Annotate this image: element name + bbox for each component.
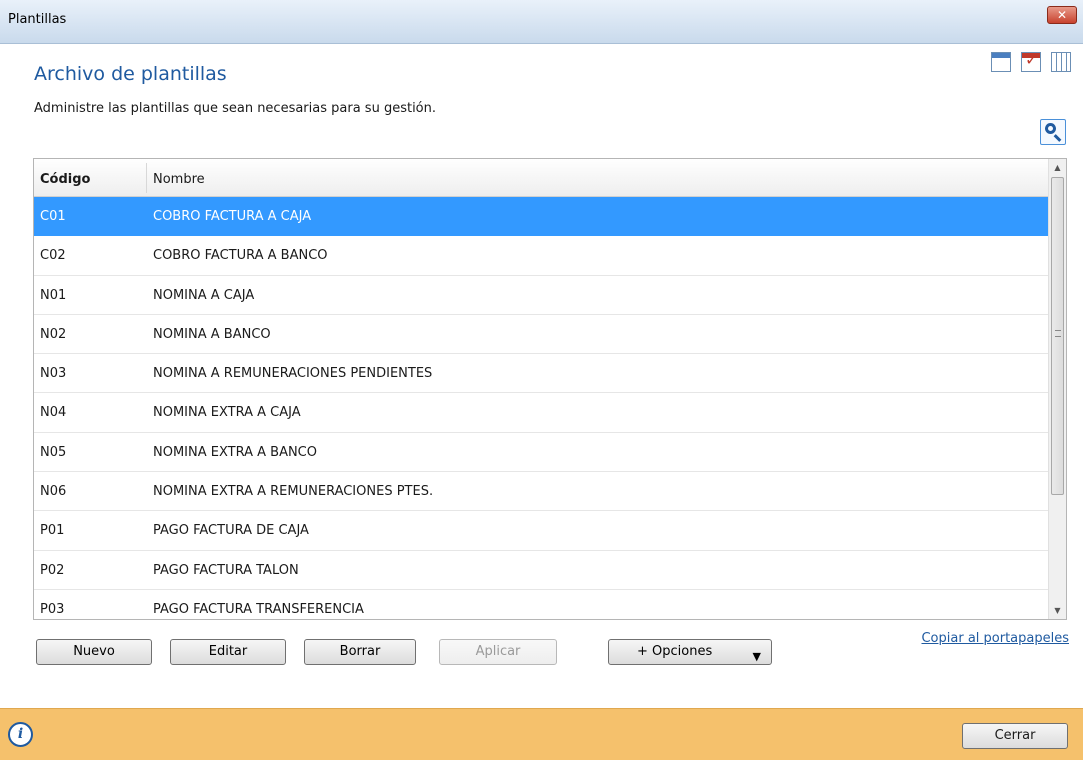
table-row[interactable]: C02 COBRO FACTURA A BANCO	[34, 236, 1048, 276]
options-dropdown-button[interactable]: + Opciones ▼	[608, 639, 772, 665]
scroll-up-icon[interactable]: ▲	[1049, 159, 1066, 176]
cell-code: N03	[40, 366, 67, 382]
cell-code: P01	[40, 523, 65, 539]
delete-button[interactable]: Borrar	[304, 639, 416, 665]
cell-name: NOMINA A REMUNERACIONES PENDIENTES	[153, 366, 433, 382]
cell-name: NOMINA EXTRA A BANCO	[153, 444, 317, 460]
cell-code: N06	[40, 484, 67, 500]
table-row[interactable]: N01 NOMINA A CAJA	[34, 276, 1048, 315]
cell-name: COBRO FACTURA A BANCO	[153, 248, 328, 264]
table-row[interactable]: P02 PAGO FACTURA TALON	[34, 551, 1048, 590]
cell-code: N01	[40, 287, 67, 303]
close-icon: ✕	[1056, 8, 1068, 22]
cell-code: N05	[40, 444, 67, 460]
table-row[interactable]: N06 NOMINA EXTRA A REMUNERACIONES PTES.	[34, 472, 1048, 512]
cell-name: NOMINA EXTRA A REMUNERACIONES PTES.	[153, 484, 434, 500]
cell-code: C01	[40, 209, 66, 224]
table-header: Código Nombre	[34, 159, 1048, 197]
cell-code: P02	[40, 562, 65, 578]
apply-button[interactable]: Aplicar	[439, 639, 557, 665]
search-button[interactable]	[1040, 119, 1066, 145]
chevron-down-icon: ▼	[752, 650, 761, 663]
cell-name: PAGO FACTURA TRANSFERENCIA	[153, 601, 364, 617]
title-bar: Plantillas ✕	[0, 0, 1083, 44]
cell-name: NOMINA EXTRA A CAJA	[153, 405, 301, 421]
table-row[interactable]: P01 PAGO FACTURA DE CAJA	[34, 511, 1048, 551]
column-header-code[interactable]: Código	[40, 172, 90, 187]
table-row[interactable]: N04 NOMINA EXTRA A CAJA	[34, 393, 1048, 433]
vertical-scrollbar[interactable]: ▲ ▼	[1048, 159, 1066, 619]
scroll-down-icon[interactable]: ▼	[1049, 602, 1066, 619]
copy-to-clipboard-link[interactable]: Copiar al portapapeles	[921, 631, 1069, 646]
table-body: C01 COBRO FACTURA A CAJA C02 COBRO FACTURA …	[34, 197, 1048, 619]
page-subtitle: Administre las plantillas que sean neces…	[34, 101, 437, 116]
scrollbar-thumb[interactable]	[1051, 177, 1064, 495]
page-title: Archivo de plantillas	[34, 63, 227, 85]
window-close-button[interactable]: ✕	[1047, 6, 1077, 24]
column-header-name[interactable]: Nombre	[153, 172, 205, 187]
options-label: + Opciones	[637, 644, 713, 659]
cell-name: NOMINA A CAJA	[153, 287, 255, 303]
cell-code: P03	[40, 601, 65, 617]
window-title: Plantillas	[8, 12, 67, 27]
calendar-icon[interactable]	[991, 52, 1011, 72]
table-row[interactable]: N03 NOMINA A REMUNERACIONES PENDIENTES	[34, 354, 1048, 394]
footer-bar: i Cerrar	[0, 708, 1083, 760]
cell-name: COBRO FACTURA A CAJA	[153, 209, 312, 224]
new-button[interactable]: Nuevo	[36, 639, 152, 665]
close-button[interactable]: Cerrar	[962, 723, 1068, 749]
table-row[interactable]: C01 COBRO FACTURA A CAJA	[34, 197, 1048, 237]
table-row[interactable]: P03 PAGO FACTURA TRANSFERENCIA	[34, 590, 1048, 619]
table-row[interactable]: N02 NOMINA A BANCO	[34, 315, 1048, 355]
edit-button[interactable]: Editar	[170, 639, 286, 665]
info-icon[interactable]: i	[8, 722, 33, 747]
table-row[interactable]: N05 NOMINA EXTRA A BANCO	[34, 433, 1048, 473]
grid-calendar-icon[interactable]	[1051, 52, 1071, 72]
templates-table: Código Nombre C01 COBRO FACTURA A CAJA C02…	[33, 158, 1067, 620]
cell-name: PAGO FACTURA DE CAJA	[153, 523, 309, 539]
cell-code: C02	[40, 248, 66, 264]
cell-name: NOMINA A BANCO	[153, 326, 271, 342]
task-check-icon[interactable]: ✓	[1021, 50, 1041, 72]
cell-code: N02	[40, 326, 67, 342]
view-toolbar: ✓	[991, 50, 1071, 72]
cell-name: PAGO FACTURA TALON	[153, 562, 299, 578]
cell-code: N04	[40, 405, 67, 421]
search-icon	[1045, 123, 1056, 134]
